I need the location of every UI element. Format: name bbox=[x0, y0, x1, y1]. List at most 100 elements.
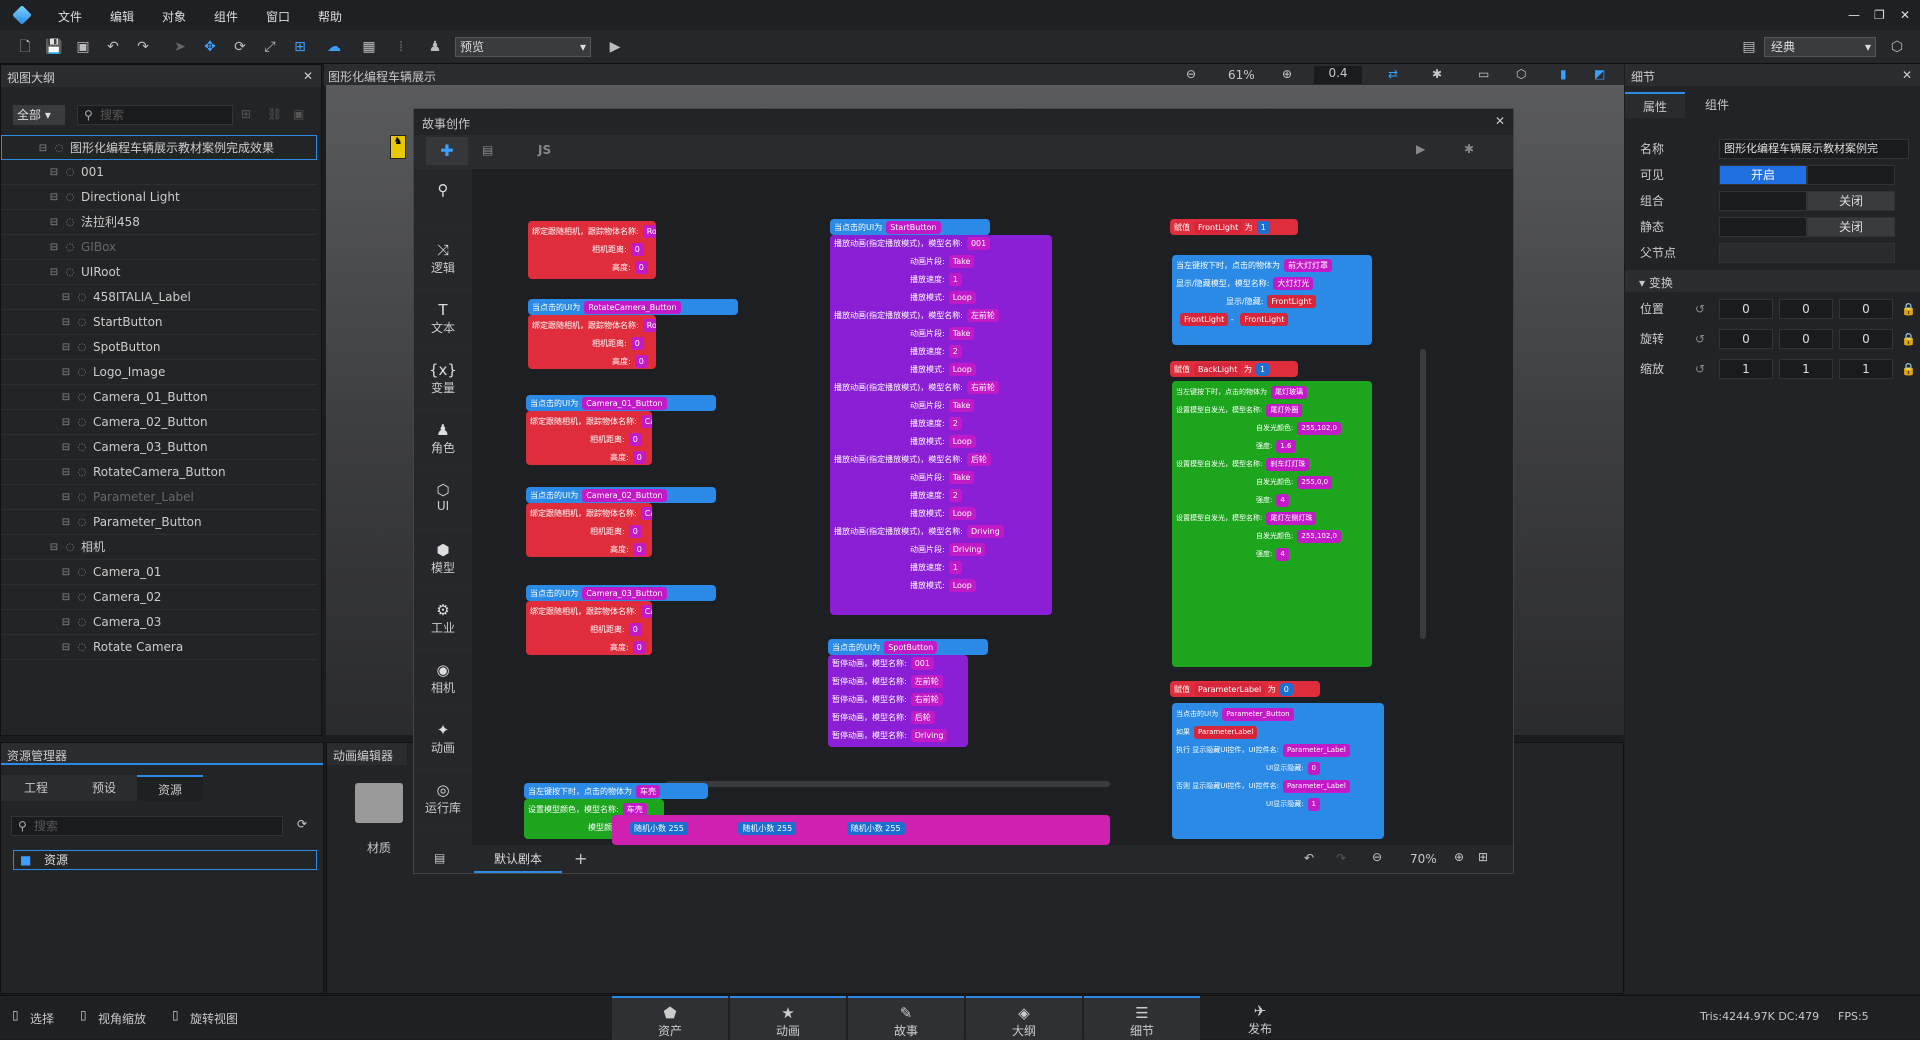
category-item[interactable]: {x} 变量 bbox=[414, 349, 472, 409]
block-value[interactable]: 尾灯外圈 bbox=[1266, 404, 1303, 417]
block-value[interactable]: 后轮 bbox=[910, 711, 935, 724]
tree-row[interactable]: ⊟ ◌ 001 bbox=[1, 160, 317, 185]
expand-icon[interactable]: ⊟ bbox=[47, 260, 61, 285]
category-item[interactable]: ⚲ bbox=[414, 169, 472, 229]
parent-field[interactable] bbox=[1719, 243, 1895, 263]
close-icon[interactable]: ✕ bbox=[303, 69, 313, 83]
block-value[interactable]: Driving bbox=[910, 729, 948, 742]
tree-row[interactable]: ⊟ ◌ 图形化编程车辆展示教材案例完成效果 bbox=[1, 135, 317, 160]
expand-icon[interactable]: ⊟ bbox=[59, 610, 73, 635]
details-tab-components[interactable]: 组件 bbox=[1687, 92, 1747, 118]
expand-icon[interactable]: ⊟ bbox=[59, 410, 73, 435]
block-value[interactable]: 前大灯灯罩 bbox=[1284, 259, 1332, 272]
asset-tab-project[interactable]: 工程 bbox=[1, 775, 71, 801]
block-value[interactable]: 大灯灯光 bbox=[1273, 277, 1314, 290]
static-toggle[interactable]: 关闭 bbox=[1807, 217, 1895, 237]
tree-row[interactable]: ⊟ ◌ Camera_03 bbox=[1, 610, 317, 635]
block-value[interactable]: 0 bbox=[1279, 683, 1293, 696]
hscrollbar[interactable] bbox=[666, 781, 1110, 787]
block-click-rotate[interactable]: 当点击的UI为 RotateCamera_Button bbox=[528, 299, 738, 315]
folder-icon[interactable] bbox=[355, 783, 403, 823]
block-value[interactable]: FrontLight bbox=[1240, 313, 1289, 326]
tree-row[interactable]: ⊟ ◌ 相机 bbox=[1, 535, 317, 560]
status-rotate-view[interactable]: 旋转视图 bbox=[190, 1010, 238, 1027]
block-value[interactable]: 255,102,0 bbox=[1297, 530, 1341, 543]
category-item[interactable]: ⬢ 模型 bbox=[414, 529, 472, 589]
expand-icon[interactable]: ⊟ bbox=[59, 635, 73, 660]
block-value[interactable]: SpotButton bbox=[884, 641, 938, 654]
expand-icon[interactable]: ⊟ bbox=[47, 235, 61, 260]
block-value[interactable]: 尾灯左侧灯珠 bbox=[1266, 512, 1317, 525]
expand-icon[interactable]: ⊟ bbox=[59, 485, 73, 510]
select-mode-icon[interactable]: ▯ bbox=[12, 1008, 19, 1022]
block-click-param[interactable]: 当点击的UI为 Parameter_Button 如果 ParameterLabel… bbox=[1172, 703, 1384, 839]
block-value[interactable]: Take bbox=[948, 471, 975, 484]
link-icon[interactable]: ⛓ bbox=[267, 107, 282, 121]
group-toggle-on[interactable] bbox=[1719, 191, 1807, 211]
details-tab-props[interactable]: 属性 bbox=[1625, 92, 1685, 118]
block-value[interactable]: Rotate Camera bbox=[642, 319, 656, 332]
status-select[interactable]: 选择 bbox=[30, 1010, 54, 1027]
refresh-icon[interactable]: ⟳ bbox=[297, 817, 307, 831]
asset-root[interactable]: ■ 资源 bbox=[13, 850, 317, 870]
menu-window[interactable]: 窗口 bbox=[266, 8, 290, 25]
move-icon[interactable]: ✥ bbox=[201, 38, 219, 56]
tree-row[interactable]: ⊟ ◌ Directional Light bbox=[1, 185, 317, 210]
expand-icon[interactable]: ⊟ bbox=[47, 210, 61, 235]
tree-row[interactable]: ⊟ ◌ Rotate Camera bbox=[1, 635, 317, 660]
new-file-icon[interactable]: 🗋 bbox=[16, 38, 34, 56]
expand-icon[interactable]: ⊟ bbox=[59, 510, 73, 535]
add-node-icon[interactable]: ⊞ bbox=[241, 107, 251, 121]
block-value[interactable]: 2 bbox=[948, 417, 962, 430]
pos-field[interactable]: 0 bbox=[1779, 299, 1833, 319]
save-all-icon[interactable]: ▣ bbox=[74, 38, 92, 56]
block-rand[interactable]: 随机小数 255 bbox=[630, 822, 688, 835]
block-value[interactable]: Camera_03_Button bbox=[582, 587, 667, 600]
expand-icon[interactable]: ⊟ bbox=[59, 285, 73, 310]
grid-icon[interactable]: ▦ bbox=[360, 38, 378, 56]
scale-field[interactable]: 1 bbox=[1719, 359, 1773, 379]
category-item[interactable]: ◉ 相机 bbox=[414, 649, 472, 709]
select-icon[interactable]: ➤ bbox=[171, 38, 189, 56]
block-assign[interactable]: FrontLight bbox=[1180, 313, 1229, 326]
block-value[interactable]: ParameterLabel bbox=[1194, 726, 1258, 739]
tree-row[interactable]: ⊟ ◌ 法拉利458 bbox=[1, 210, 317, 235]
block-bind-camera[interactable]: 绑定跟随相机，跟踪物体名称:Camera_01 相机距离:0 高度:0 bbox=[526, 411, 652, 465]
block-assign-backlight[interactable]: 赋值 BackLight 为1 bbox=[1170, 361, 1298, 377]
block-value[interactable]: Camera_01_Button bbox=[582, 397, 667, 410]
expand-icon[interactable]: ⊟ bbox=[59, 385, 73, 410]
undo-icon[interactable]: ↶ bbox=[1304, 851, 1314, 865]
close-icon[interactable]: ✕ bbox=[1902, 68, 1912, 82]
block-value[interactable]: 1 bbox=[1255, 363, 1270, 376]
block-value[interactable]: 1 bbox=[948, 561, 962, 574]
zoom-out-icon[interactable]: ⊖ bbox=[1372, 850, 1382, 864]
block-value[interactable]: 0 bbox=[628, 525, 642, 538]
block-rand[interactable]: 随机小数 255 bbox=[846, 822, 905, 835]
menu-file[interactable]: 文件 bbox=[58, 8, 82, 25]
block-bind-camera[interactable]: 绑定跟随相机，跟踪物体名称:Camera_02 相机距离:0 高度:0 bbox=[526, 503, 652, 557]
block-value[interactable]: 车壳 bbox=[636, 785, 660, 798]
tree-row[interactable]: ⊟ ◌ 458ITALIA_Label bbox=[1, 285, 317, 310]
tree-row[interactable]: ⊟ ◌ GIBox bbox=[1, 235, 317, 260]
block-value[interactable]: 0 bbox=[630, 243, 644, 256]
zoom-in-icon[interactable]: ⊕ bbox=[1454, 850, 1464, 864]
block-value[interactable]: 2 bbox=[948, 345, 962, 358]
block-bind-camera[interactable]: 绑定跟随相机，跟踪物体名称:Rotate Camera 相机距离:0 高度:0 bbox=[528, 221, 656, 279]
block-value[interactable]: FrontLight bbox=[1267, 295, 1316, 308]
block-value[interactable]: BackLight bbox=[1194, 363, 1242, 376]
rot-field[interactable]: 0 bbox=[1839, 329, 1893, 349]
category-item[interactable]: ♟ 角色 bbox=[414, 409, 472, 469]
block-value[interactable]: Driving bbox=[948, 543, 986, 556]
tree-row[interactable]: ⊟ ◌ Parameter_Button bbox=[1, 510, 317, 535]
block-value[interactable]: FrontLight bbox=[1194, 221, 1243, 234]
block-value[interactable]: 后轮 bbox=[966, 453, 991, 466]
name-field[interactable]: 图形化编程车辆展示教材案例完 bbox=[1719, 139, 1909, 159]
layout-icon[interactable]: ▤ bbox=[1740, 38, 1758, 56]
tree-row[interactable]: ⊟ ◌ RotateCamera_Button bbox=[1, 460, 317, 485]
block-value[interactable]: 1 bbox=[1256, 221, 1270, 234]
block-click-spot[interactable]: 当点击的UI为 SpotButton bbox=[828, 639, 988, 655]
rotate-view-icon[interactable]: ▯ bbox=[172, 1008, 179, 1022]
block-value[interactable]: Rotate Camera bbox=[642, 225, 656, 238]
block-value[interactable]: 尾灯玻璃 bbox=[1271, 386, 1307, 399]
menu-help[interactable]: 帮助 bbox=[318, 8, 342, 25]
